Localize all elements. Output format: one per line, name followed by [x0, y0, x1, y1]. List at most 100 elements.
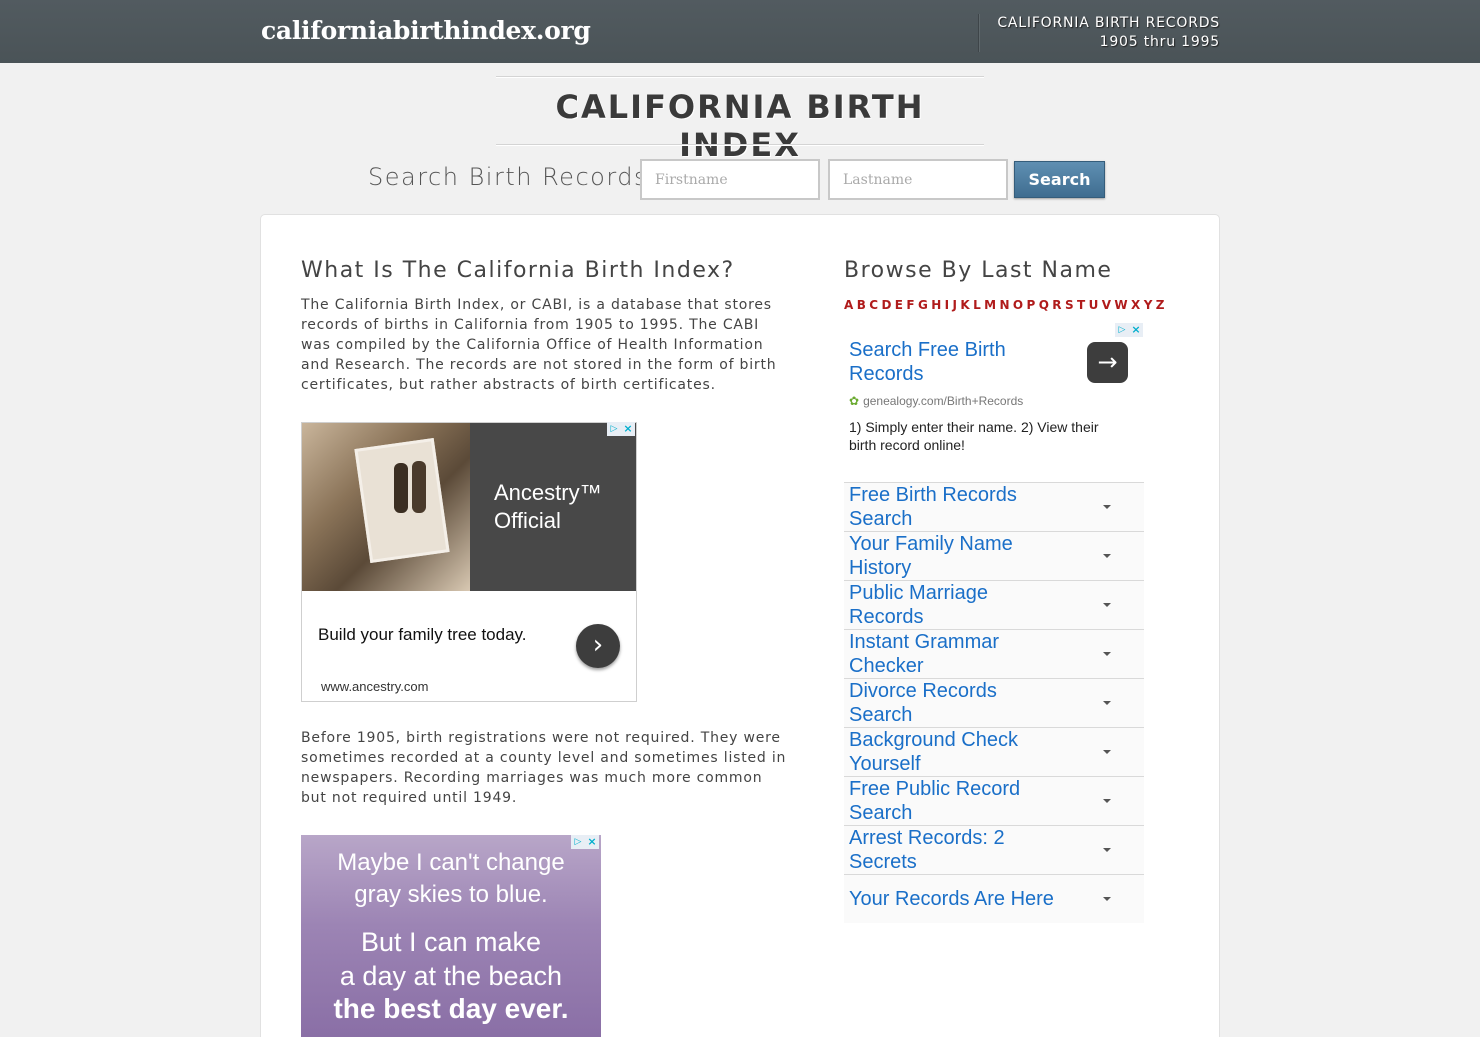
sky-ad-text-1: Maybe I can't change gray skies to blue. — [301, 847, 601, 911]
letter-link[interactable]: N — [999, 298, 1009, 312]
genealogy-ad-url-text: genealogy.com/Birth+Records — [863, 394, 1024, 408]
caret-down-icon[interactable] — [1103, 897, 1111, 901]
browse-heading: Browse By Last Name — [844, 258, 1113, 283]
ad-link-text[interactable]: Your Records Are Here — [849, 887, 1064, 911]
ad-link-text[interactable]: Free Public Record Search — [849, 777, 1064, 825]
ad-link-row[interactable]: Arrest Records: 2 Secrets — [844, 825, 1144, 874]
ad-link-row[interactable]: Background Check Yourself — [844, 727, 1144, 776]
caret-down-icon[interactable] — [1103, 848, 1111, 852]
alphabet-nav: ABCDEFGHIJKLMNOPQRSTUVWXYZ — [844, 298, 1168, 312]
ad-links-list: Free Birth Records Search Your Family Nam… — [844, 482, 1144, 923]
letter-link[interactable]: M — [984, 298, 996, 312]
ad-link-text[interactable]: Divorce Records Search — [849, 679, 1064, 727]
chevron-right-icon[interactable]: › — [576, 624, 620, 668]
genealogy-ad-url[interactable]: ✿ genealogy.com/Birth+Records — [849, 394, 1023, 408]
firstname-input[interactable] — [640, 159, 820, 200]
search-button[interactable]: Search — [1014, 161, 1105, 198]
letter-link[interactable]: G — [918, 298, 928, 312]
ad-link-row[interactable]: Free Birth Records Search — [844, 482, 1144, 531]
letter-link[interactable]: T — [1077, 298, 1085, 312]
letter-link[interactable]: O — [1013, 298, 1023, 312]
letter-link[interactable]: L — [973, 298, 981, 312]
letter-link[interactable]: F — [906, 298, 914, 312]
ancestry-ad-url[interactable]: www.ancestry.com — [321, 679, 428, 694]
caret-down-icon[interactable] — [1103, 799, 1111, 803]
ad-link-text[interactable]: Background Check Yourself — [849, 728, 1064, 776]
site-logo-link[interactable]: californiabirthindex.org — [261, 16, 591, 45]
header-tagline-line1: CALIFORNIA BIRTH RECORDS — [997, 15, 1220, 31]
genealogy-ad-description: 1) Simply enter their name. 2) View thei… — [849, 419, 1099, 453]
caret-down-icon[interactable] — [1103, 505, 1111, 509]
sky-ad-line2: gray skies to blue. — [354, 881, 548, 908]
header-divider — [978, 14, 979, 52]
letter-link[interactable]: Q — [1039, 298, 1049, 312]
letter-link[interactable]: E — [895, 298, 903, 312]
genealogy-ad-headline[interactable]: Search Free Birth Records — [849, 338, 1049, 386]
ad-link-row[interactable]: Your Records Are Here — [844, 874, 1144, 923]
letter-link[interactable]: D — [881, 298, 891, 312]
header-tagline: CALIFORNIA BIRTH RECORDS 1905 thru 1995 — [997, 14, 1220, 52]
ad-link-text[interactable]: Public Marriage Records — [849, 581, 1064, 629]
ad-link-text[interactable]: Free Birth Records Search — [849, 483, 1064, 531]
close-icon[interactable]: × — [585, 835, 599, 849]
letter-link[interactable]: R — [1052, 298, 1061, 312]
caret-down-icon[interactable] — [1103, 652, 1111, 656]
sky-ad-text-2: But I can make a day at the beach — [301, 925, 601, 993]
search-label: Search Birth Records: — [368, 163, 658, 191]
letter-link[interactable]: W — [1114, 298, 1127, 312]
ad-link-text[interactable]: Your Family Name History — [849, 532, 1064, 580]
lastname-input[interactable] — [828, 159, 1008, 200]
ad-link-row[interactable]: Your Family Name History — [844, 531, 1144, 580]
leaf-icon: ✿ — [849, 394, 860, 408]
ancestry-ad[interactable]: Ancestry™ Official Build your family tre… — [301, 422, 637, 702]
caret-down-icon[interactable] — [1103, 701, 1111, 705]
arrow-right-icon[interactable]: → — [1087, 342, 1128, 383]
sky-ad-line3: But I can make — [360, 927, 542, 957]
ad-badge[interactable]: ▷ × — [571, 835, 599, 849]
letter-link[interactable]: P — [1027, 298, 1036, 312]
caret-down-icon[interactable] — [1103, 750, 1111, 754]
ad-choices-icon[interactable]: ▷ — [1115, 323, 1129, 337]
about-paragraph-2: Before 1905, birth registrations were no… — [301, 730, 787, 806]
close-icon[interactable]: × — [1129, 323, 1143, 337]
letter-link[interactable]: J — [953, 298, 957, 312]
letter-link[interactable]: A — [844, 298, 853, 312]
ad-link-row[interactable]: Divorce Records Search — [844, 678, 1144, 727]
letter-link[interactable]: K — [960, 298, 969, 312]
ancestry-ad-title-line2: Official — [494, 508, 561, 533]
ancestry-ad-photo — [302, 423, 470, 591]
ad-choices-icon[interactable]: ▷ — [571, 835, 585, 849]
letter-link[interactable]: X — [1131, 298, 1140, 312]
sky-ad[interactable]: Maybe I can't change gray skies to blue.… — [301, 835, 601, 1037]
ad-badge[interactable]: ▷ × — [607, 422, 635, 436]
ad-link-row[interactable]: Instant Grammar Checker — [844, 629, 1144, 678]
letter-link[interactable]: Y — [1144, 298, 1153, 312]
letter-link[interactable]: I — [945, 298, 949, 312]
header-tagline-line2: 1905 thru 1995 — [1099, 34, 1220, 50]
letter-link[interactable]: C — [869, 298, 878, 312]
about-paragraph-1: The California Birth Index, or CABI, is … — [301, 297, 777, 393]
sky-ad-line5: the best day ever. — [333, 993, 569, 1024]
ad-link-text[interactable]: Instant Grammar Checker — [849, 630, 1064, 678]
title-rule-bottom — [496, 144, 984, 145]
letter-link[interactable]: S — [1065, 298, 1074, 312]
ancestry-ad-title: Ancestry™ Official — [494, 479, 602, 535]
ad-link-row[interactable]: Free Public Record Search — [844, 776, 1144, 825]
ancestry-ad-tagline: Build your family tree today. — [318, 625, 527, 644]
ancestry-ad-title-line1: Ancestry™ — [494, 480, 602, 505]
letter-link[interactable]: U — [1089, 298, 1099, 312]
ad-link-row[interactable]: Public Marriage Records — [844, 580, 1144, 629]
letter-link[interactable]: H — [931, 298, 941, 312]
letter-link[interactable]: B — [857, 298, 866, 312]
caret-down-icon[interactable] — [1103, 554, 1111, 558]
close-icon[interactable]: × — [621, 422, 635, 436]
letter-link[interactable]: Z — [1156, 298, 1165, 312]
ad-choices-icon[interactable]: ▷ — [607, 422, 621, 436]
title-rule-top — [496, 76, 984, 77]
ad-link-text[interactable]: Arrest Records: 2 Secrets — [849, 826, 1064, 874]
ad-badge[interactable]: ▷ × — [1115, 323, 1143, 337]
sky-ad-line4: a day at the beach — [339, 961, 563, 991]
caret-down-icon[interactable] — [1103, 603, 1111, 607]
top-bar: californiabirthindex.org CALIFORNIA BIRT… — [0, 0, 1480, 63]
letter-link[interactable]: V — [1102, 298, 1111, 312]
